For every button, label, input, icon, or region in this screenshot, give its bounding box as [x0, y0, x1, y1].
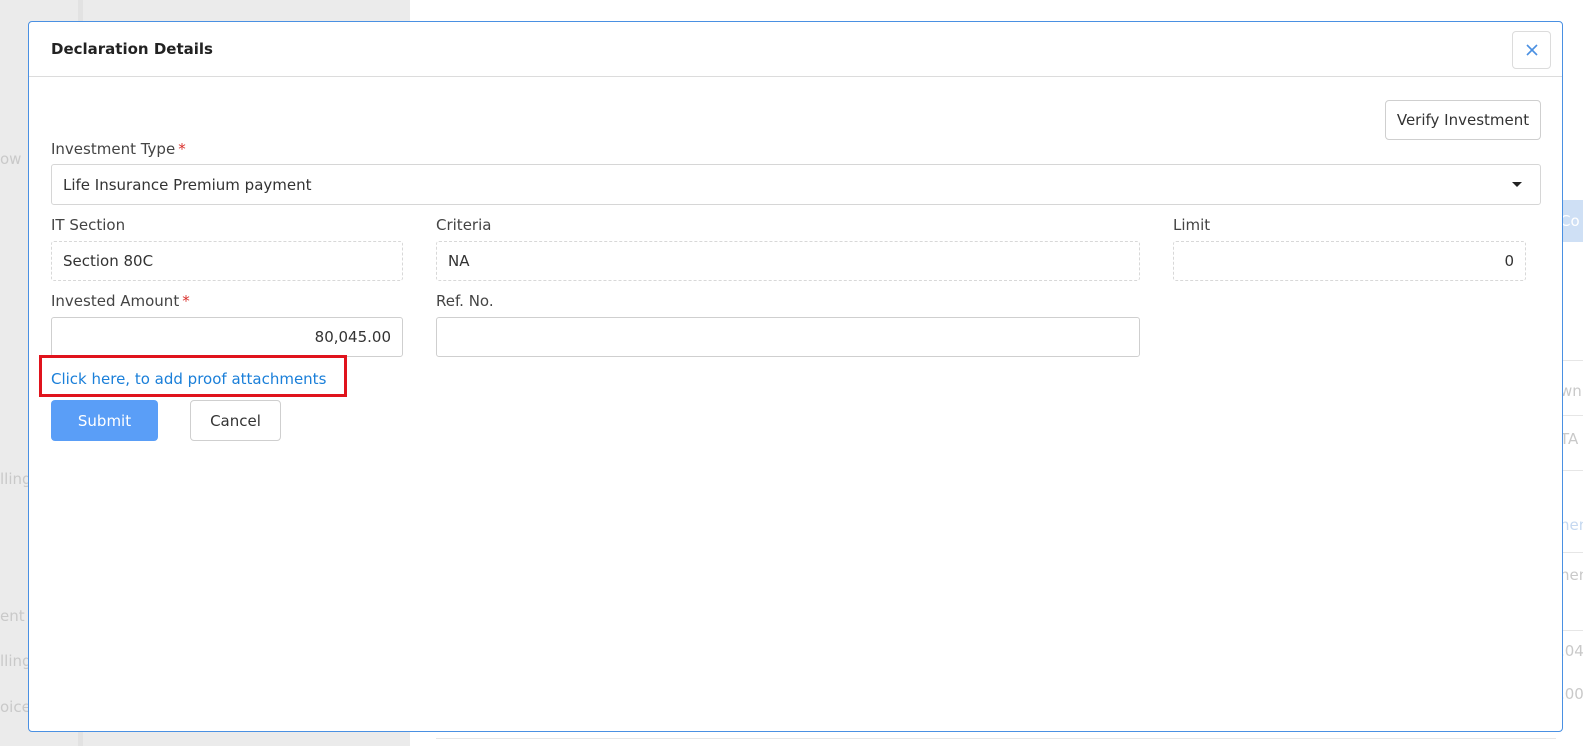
- caret-down-icon: [1512, 182, 1522, 187]
- background-text: .00: [1560, 685, 1583, 703]
- background-text: wnl: [1560, 382, 1583, 400]
- background-text: lling: [0, 652, 32, 670]
- declaration-details-modal: Declaration Details Verify Investment In…: [28, 21, 1563, 732]
- background-divider: [436, 738, 1556, 739]
- criteria-field: NA: [436, 241, 1140, 281]
- investment-type-label-text: Investment Type: [51, 140, 176, 158]
- background-text: oice: [0, 698, 31, 716]
- modal-header: Declaration Details: [29, 22, 1562, 77]
- invested-amount-input[interactable]: 80,045.00: [51, 317, 403, 357]
- investment-type-label: Investment Type *: [51, 140, 186, 158]
- required-mark: *: [182, 292, 190, 310]
- submit-button[interactable]: Submit: [51, 400, 158, 441]
- background-text: nen: [1560, 516, 1583, 534]
- close-button[interactable]: [1512, 31, 1551, 69]
- verify-investment-button[interactable]: Verify Investment: [1385, 100, 1541, 140]
- background-text: ent: [0, 607, 25, 625]
- criteria-value: NA: [448, 252, 470, 270]
- it-section-label: IT Section: [51, 216, 126, 234]
- invested-amount-label-text: Invested Amount: [51, 292, 180, 310]
- investment-type-select[interactable]: Life Insurance Premium payment: [51, 164, 1541, 205]
- required-mark: *: [178, 140, 186, 158]
- cancel-button[interactable]: Cancel: [190, 400, 281, 441]
- criteria-label: Criteria: [436, 216, 492, 234]
- invested-amount-value: 80,045.00: [314, 328, 391, 346]
- limit-value: 0: [1504, 252, 1514, 270]
- background-text: nen: [1560, 566, 1583, 584]
- limit-label: Limit: [1173, 216, 1211, 234]
- invested-amount-label: Invested Amount *: [51, 292, 190, 310]
- ref-no-input[interactable]: [436, 317, 1140, 357]
- add-proof-attachments-link[interactable]: Click here, to add proof attachments: [51, 370, 326, 388]
- limit-field: 0: [1173, 241, 1526, 281]
- modal-title: Declaration Details: [51, 40, 213, 58]
- investment-type-value: Life Insurance Premium payment: [63, 175, 312, 194]
- background-text: ow: [0, 150, 22, 168]
- background-text: .04: [1560, 642, 1583, 660]
- it-section-field: Section 80C: [51, 241, 403, 281]
- ref-no-label: Ref. No.: [436, 292, 494, 310]
- it-section-value: Section 80C: [63, 252, 154, 270]
- background-text: lling: [0, 470, 32, 488]
- close-icon: [1525, 44, 1538, 56]
